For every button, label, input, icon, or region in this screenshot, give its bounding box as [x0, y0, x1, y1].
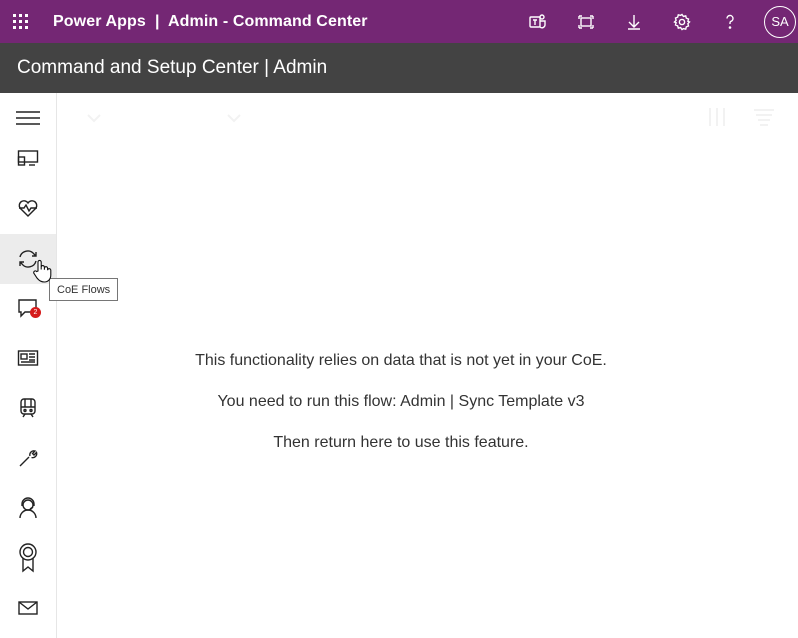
nav-item-mail[interactable]: [0, 583, 56, 633]
settings-icon: [673, 13, 691, 30]
support-person-icon: [19, 497, 37, 519]
hamburger-icon: [16, 111, 40, 125]
nav-item-health[interactable]: [0, 183, 56, 233]
download-icon: [628, 14, 640, 30]
fit-screen-button[interactable]: [562, 0, 610, 43]
waffle-icon: [12, 14, 28, 29]
app-launcher-button[interactable]: [0, 0, 40, 43]
hand-cursor-icon: [33, 259, 52, 283]
page-title: Command and Setup Center | Admin: [17, 57, 328, 78]
fit-screen-icon: [578, 14, 594, 29]
news-icon: [17, 350, 39, 366]
columns-icon: [709, 108, 725, 126]
avatar[interactable]: SA: [764, 5, 796, 38]
nav-tooltip: CoE Flows: [49, 278, 119, 301]
empty-state-message: This functionality relies on data that i…: [57, 348, 745, 471]
download-button[interactable]: [610, 0, 658, 43]
chevron-down-icon: [227, 114, 241, 123]
nav-item-overview[interactable]: [0, 133, 56, 183]
app-title: Power Apps | Admin - Command Center: [53, 12, 368, 30]
nav-item-tools[interactable]: [0, 433, 56, 483]
help-button[interactable]: [706, 0, 754, 43]
nav-item-messages[interactable]: 2: [0, 283, 56, 333]
wrench-icon: [19, 450, 38, 467]
mail-icon: [18, 601, 38, 615]
filter-list-icon: [754, 109, 774, 126]
chevron-down-icon: [87, 114, 101, 123]
app-header: Command and Setup Center | Admin: [0, 43, 798, 93]
train-icon: [20, 398, 36, 418]
award-ribbon-icon: [19, 543, 37, 573]
message-line-2: You need to run this flow: Admin | Sync …: [217, 393, 585, 410]
nav-item-training[interactable]: [0, 383, 56, 433]
teams-icon: [529, 13, 546, 28]
left-nav: 2: [0, 93, 57, 638]
heart-pulse-icon: [18, 200, 38, 217]
notification-badge: 2: [30, 307, 41, 318]
monitor-icon: [17, 150, 39, 166]
teams-button[interactable]: [514, 0, 562, 43]
nav-item-awards[interactable]: [0, 533, 56, 583]
message-line-3: Then return here to use this feature.: [273, 434, 529, 451]
settings-button[interactable]: [658, 0, 706, 43]
top-bar: Power Apps | Admin - Command Center SA: [0, 0, 798, 43]
help-icon: [726, 14, 734, 29]
message-line-1: This functionality relies on data that i…: [195, 352, 607, 369]
nav-item-support[interactable]: [0, 483, 56, 533]
nav-item-news[interactable]: [0, 333, 56, 383]
